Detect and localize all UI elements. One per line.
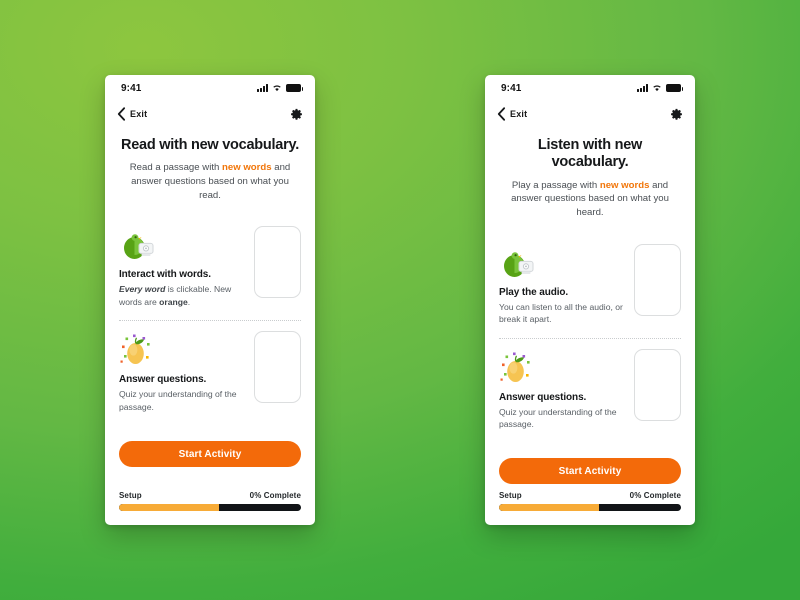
progress-bar-fill [499, 504, 600, 511]
mango-confetti-icon [499, 351, 541, 387]
progress-footer: Setup 0% Complete [485, 491, 695, 525]
signal-icon [637, 84, 648, 92]
feature-card: Answer questions. Quiz your understandin… [119, 320, 301, 425]
start-activity-button[interactable]: Start Activity [119, 441, 301, 468]
heading-block: Listen with new vocabulary. Play a passa… [485, 127, 695, 220]
feature-card: Interact with words. Every word is click… [119, 216, 301, 320]
status-time: 9:41 [121, 82, 142, 94]
gear-icon[interactable] [290, 108, 303, 121]
feature-card-list: Interact with words. Every word is click… [105, 216, 315, 425]
status-bar: 9:41 [105, 75, 315, 101]
chevron-left-icon [117, 107, 126, 121]
progress-complete-label: 0% Complete [249, 491, 301, 500]
feature-card-main: Play the audio. You can listen to all th… [499, 244, 624, 326]
progress-stage-label: Setup [499, 491, 522, 500]
cta-wrap: Start Activity [105, 425, 315, 468]
desc-emphasis: Every word [119, 284, 166, 295]
status-icons [637, 84, 683, 92]
mango-confetti-icon [119, 333, 161, 369]
progress-stage-label: Setup [119, 491, 142, 500]
feature-card-title: Answer questions. [119, 374, 207, 386]
subtitle-pre: Read a passage with [129, 162, 222, 174]
feature-card-main: Answer questions. Quiz your understandin… [499, 349, 624, 431]
phone-screen-listen: 9:41 Exit Listen with new vocabulary. Pl… [485, 75, 695, 525]
wifi-icon [652, 84, 662, 92]
gear-icon[interactable] [670, 108, 683, 121]
status-icons [257, 84, 303, 92]
status-time: 9:41 [501, 82, 522, 94]
progress-labels: Setup 0% Complete [499, 491, 681, 500]
content-placeholder-slot[interactable] [634, 243, 681, 316]
feature-card-desc: Quiz your understanding of the passage. [499, 406, 617, 429]
chevron-left-icon [497, 107, 506, 121]
battery-icon [666, 84, 683, 92]
status-bar: 9:41 [485, 75, 695, 101]
green-character-device-icon [499, 246, 541, 282]
feature-card: Answer questions. Quiz your understandin… [499, 337, 681, 443]
page-subtitle: Read a passage with new words and answer… [119, 161, 301, 202]
exit-button[interactable]: Exit [117, 107, 147, 121]
cta-wrap: Start Activity [485, 442, 695, 485]
feature-card-main: Interact with words. Every word is click… [119, 226, 244, 308]
wifi-icon [272, 84, 282, 92]
exit-button[interactable]: Exit [497, 107, 527, 121]
battery-icon [286, 84, 303, 92]
progress-bar-fill [119, 504, 220, 511]
start-activity-button[interactable]: Start Activity [499, 458, 681, 485]
content-placeholder-slot[interactable] [254, 226, 301, 299]
exit-label: Exit [130, 109, 148, 119]
feature-card-title: Interact with words. [119, 269, 211, 281]
signal-icon [257, 84, 268, 92]
content-placeholder-slot[interactable] [634, 348, 681, 421]
feature-card: Play the audio. You can listen to all th… [499, 234, 681, 338]
page-title: Read with new vocabulary. [120, 137, 299, 153]
heading-block: Read with new vocabulary. Read a passage… [105, 127, 315, 202]
feature-card-desc: Every word is clickable. New words are o… [119, 283, 244, 308]
phone-screen-read: 9:41 Exit Read with new vocabulary. Read… [105, 75, 315, 525]
progress-footer: Setup 0% Complete [105, 491, 315, 525]
exit-label: Exit [510, 109, 528, 119]
nav-bar: Exit [485, 101, 695, 127]
subtitle-highlight: new words [222, 162, 272, 174]
subtitle-pre: Play a passage with [511, 179, 600, 191]
feature-card-title: Play the audio. [499, 286, 569, 298]
progress-complete-label: 0% Complete [629, 491, 681, 500]
screens-stage: 9:41 Exit Read with new vocabulary. Read… [0, 0, 800, 600]
progress-bar-track [499, 504, 681, 511]
nav-bar: Exit [105, 101, 315, 127]
feature-card-desc: Quiz your understanding of the passage. [119, 389, 237, 412]
page-subtitle: Play a passage with new words and answer… [499, 179, 681, 220]
feature-card-desc: You can listen to all the audio, or brea… [499, 301, 623, 325]
subtitle-highlight: new words [599, 179, 650, 191]
feature-card-list: Play the audio. You can listen to all th… [485, 234, 695, 443]
green-character-device-icon [119, 228, 161, 264]
content-placeholder-slot[interactable] [254, 331, 301, 404]
desc-end: . [187, 296, 191, 307]
page-title: Listen with new vocabulary. [537, 137, 643, 171]
desc-bold: orange [159, 296, 188, 307]
progress-labels: Setup 0% Complete [119, 491, 301, 500]
progress-bar-track [119, 504, 301, 511]
feature-card-title: Answer questions. [499, 391, 587, 403]
feature-card-main: Answer questions. Quiz your understandin… [119, 331, 244, 413]
